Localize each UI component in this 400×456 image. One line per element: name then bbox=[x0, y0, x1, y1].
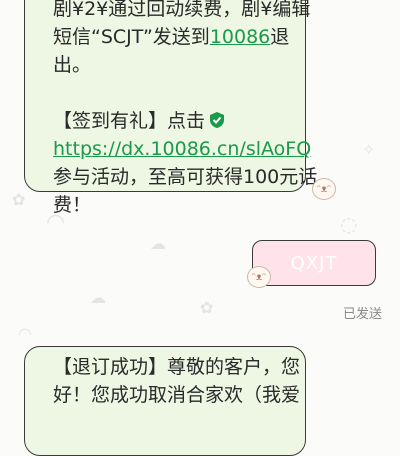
message-line: 费！ bbox=[53, 194, 92, 216]
message-line: 好！您成功取消合家欢（我爱 bbox=[53, 384, 301, 406]
doodle-bg: ◠ bbox=[18, 324, 32, 343]
doodle-bg: ✿ bbox=[200, 298, 214, 317]
doodle-bg: ☁ bbox=[90, 288, 106, 307]
doodle-bg: ✧ bbox=[362, 140, 376, 159]
doodle-bg: ◌ bbox=[340, 212, 358, 236]
message-line: 出。 bbox=[53, 54, 92, 76]
doodle-bg: ✿ bbox=[12, 190, 26, 209]
doodle-bg: ☁ bbox=[150, 234, 166, 253]
message-text: 退 bbox=[270, 26, 290, 48]
message-text: 【签到有礼】点击 bbox=[53, 110, 206, 132]
phone-number-link[interactable]: 10086 bbox=[210, 26, 270, 48]
bunny-sticker-icon: ᵔᴥᵔ bbox=[247, 266, 271, 288]
sent-status: 已发送 bbox=[342, 307, 382, 322]
message-line: 短信“SCJT”发送到10086退 bbox=[53, 23, 295, 51]
message-line: 【退订成功】尊敬的客户，您 bbox=[53, 356, 301, 378]
message-line: 参与活动，至高可获得100元话 bbox=[53, 166, 318, 188]
incoming-message-bubble[interactable]: 【退订成功】尊敬的客户，您 好！您成功取消合家欢（我爱 bbox=[24, 346, 306, 456]
message-line-empty bbox=[53, 79, 295, 107]
outgoing-message-text: QXJT bbox=[290, 252, 338, 274]
shield-check-icon bbox=[210, 112, 225, 128]
message-text: 短信“SCJT”发送到 bbox=[53, 26, 210, 48]
incoming-message-bubble[interactable]: 剧¥2¥通过回动续费，剧¥编辑 短信“SCJT”发送到10086退 出。 【签到… bbox=[24, 0, 318, 216]
message-line: 剧¥2¥通过回动续费，剧¥编辑 bbox=[53, 0, 311, 20]
promo-url-link[interactable]: https://dx.10086.cn/slAoFQ bbox=[53, 135, 311, 163]
message-line: 【签到有礼】点击 bbox=[53, 107, 295, 135]
bunny-sticker-icon: ᵔᴥᵔ bbox=[312, 178, 336, 200]
